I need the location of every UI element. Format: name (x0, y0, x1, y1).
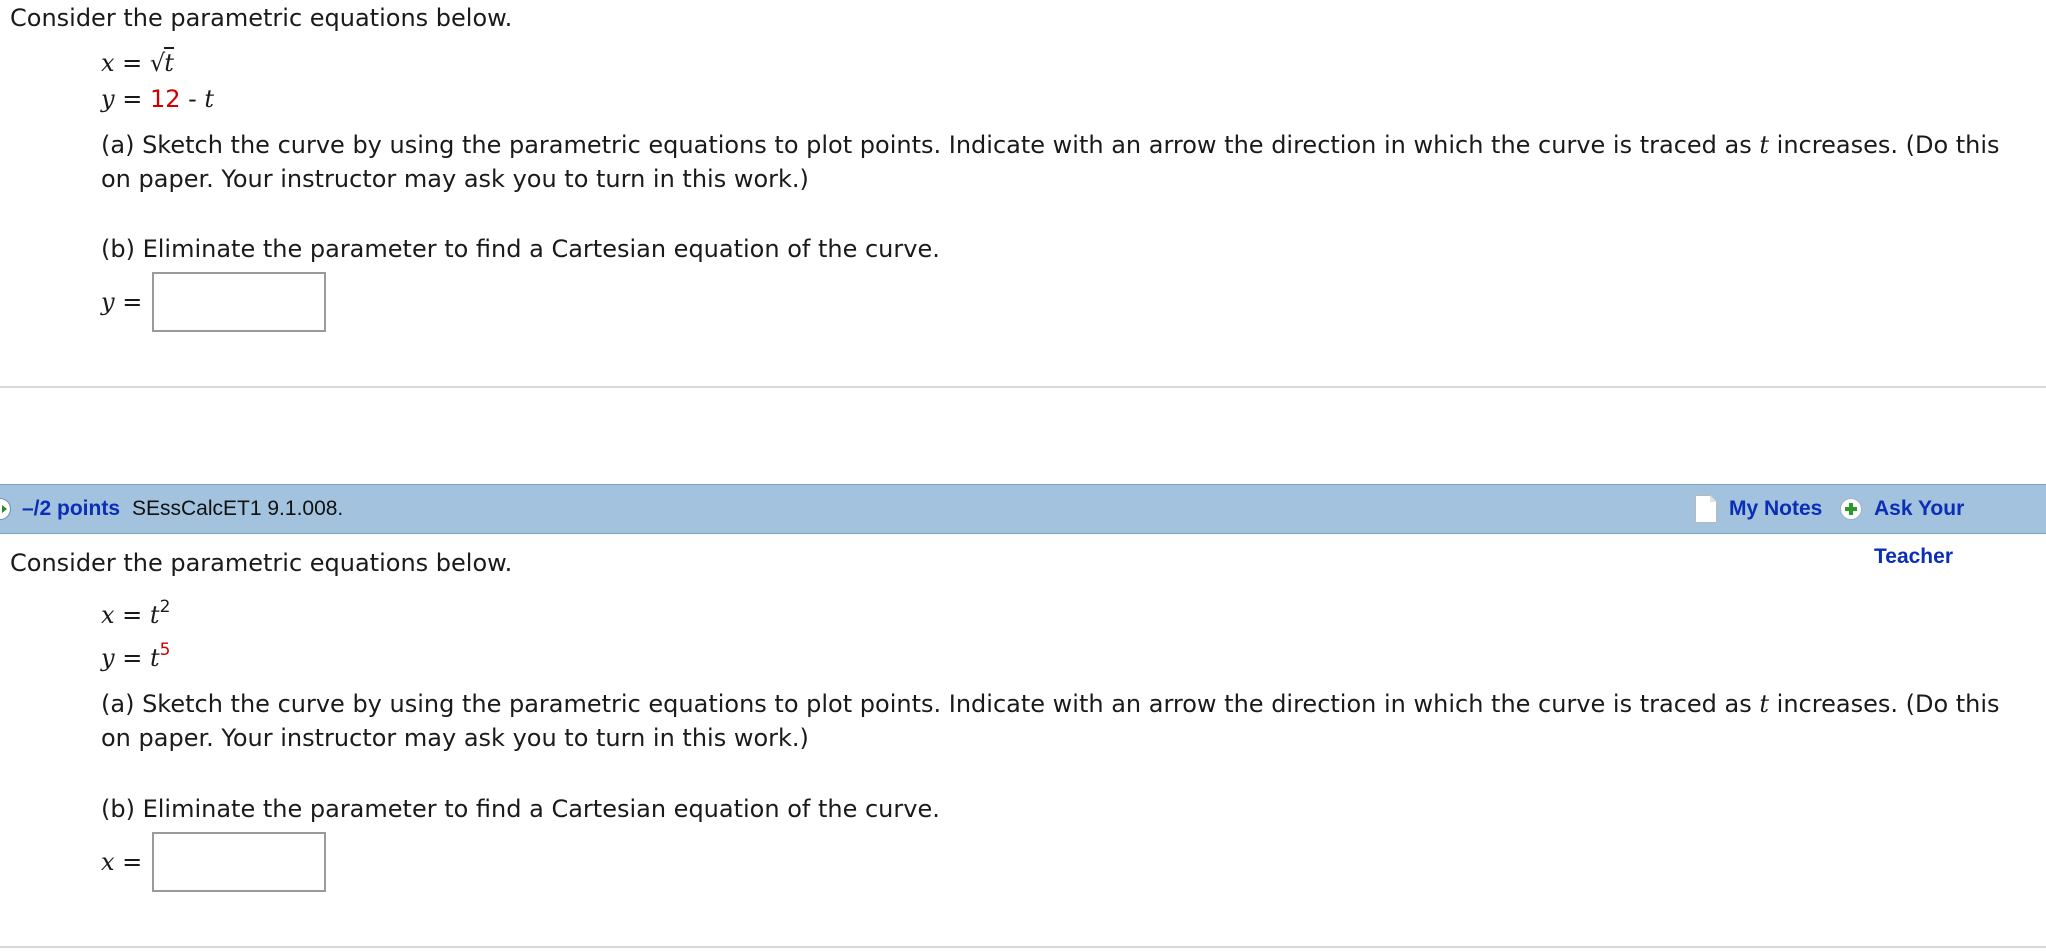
q2-eq-y-base: t (149, 644, 160, 672)
q1-eq-y-op: = (114, 85, 150, 113)
my-notes-link[interactable]: My Notes (1729, 485, 1822, 533)
q1-answer-var: y (101, 288, 115, 316)
q2-equation-x: x = t2 (101, 597, 171, 635)
q1-equation-x: x = √t (101, 46, 174, 80)
q1-equation-y: y = 12 - t (101, 82, 214, 116)
q1-part-a: (a) Sketch the curve by using the parame… (101, 128, 2031, 196)
note-page-icon[interactable] (1695, 495, 1717, 523)
q1-radicand: t (164, 47, 174, 77)
q2-answer-label: x = (101, 845, 142, 879)
q2-answer-var: x (101, 848, 115, 876)
q2-answer-input[interactable] (152, 832, 327, 892)
plus-circle-icon[interactable] (1840, 498, 1862, 520)
q1-intro: Consider the parametric equations below. (10, 4, 513, 32)
question-id: SEssCalcET1 9.1.008. (132, 497, 344, 520)
ask-your-teacher-link[interactable]: Ask Your Teacher (1874, 485, 2046, 581)
q1-eq-y-var: t (204, 85, 215, 113)
sqrt-icon: √ (149, 49, 166, 77)
q2-part-a: (a) Sketch the curve by using the parame… (101, 687, 2031, 755)
q1-part-a-var: t (1759, 131, 1770, 159)
q2-answer-op: = (114, 848, 143, 876)
q2-eq-x-exponent: 2 (159, 597, 171, 617)
q1-eq-y-lhs: y (101, 85, 115, 113)
q2-intro: Consider the parametric equations below. (10, 549, 513, 577)
q1-answer-row: y = (101, 272, 327, 332)
q2-equation-y: y = t5 (101, 640, 171, 678)
q2-answer-row: x = (101, 832, 327, 892)
points-link[interactable]: –/2 points (22, 485, 120, 533)
question-header-bar: –/2 points SEssCalcET1 9.1.008. My Notes… (0, 484, 2046, 568)
expand-arrow-icon[interactable] (0, 498, 11, 520)
q1-part-b: (b) Eliminate the parameter to find a Ca… (101, 235, 940, 263)
homework-page: Consider the parametric equations below.… (0, 0, 2046, 951)
q2-part-a-var: t (1759, 690, 1770, 718)
q2-eq-y-op: = (114, 644, 150, 672)
q2-eq-y-lhs: y (101, 644, 115, 672)
q1-sqrt-expression: √t (150, 46, 174, 80)
q2-part-b: (b) Eliminate the parameter to find a Ca… (101, 795, 940, 823)
q1-answer-op: = (114, 288, 143, 316)
q2-part-a-text-before: (a) Sketch the curve by using the parame… (101, 690, 1760, 718)
q2-eq-y-exponent: 5 (159, 640, 171, 660)
q2-divider (0, 946, 2046, 948)
q2-eq-x-op: = (114, 601, 150, 629)
q2-eq-x-lhs: x (101, 601, 115, 629)
q1-eq-y-minus: - (180, 85, 205, 113)
q1-answer-label: y = (101, 285, 142, 319)
q1-eq-x-op: = (114, 49, 150, 77)
q1-eq-x-lhs: x (101, 49, 115, 77)
q2-eq-x-base: t (149, 601, 160, 629)
q1-part-a-text-before: (a) Sketch the curve by using the parame… (101, 131, 1760, 159)
q1-answer-input[interactable] (152, 272, 327, 332)
q1-divider (0, 386, 2046, 388)
q1-eq-y-constant: 12 (149, 85, 181, 113)
